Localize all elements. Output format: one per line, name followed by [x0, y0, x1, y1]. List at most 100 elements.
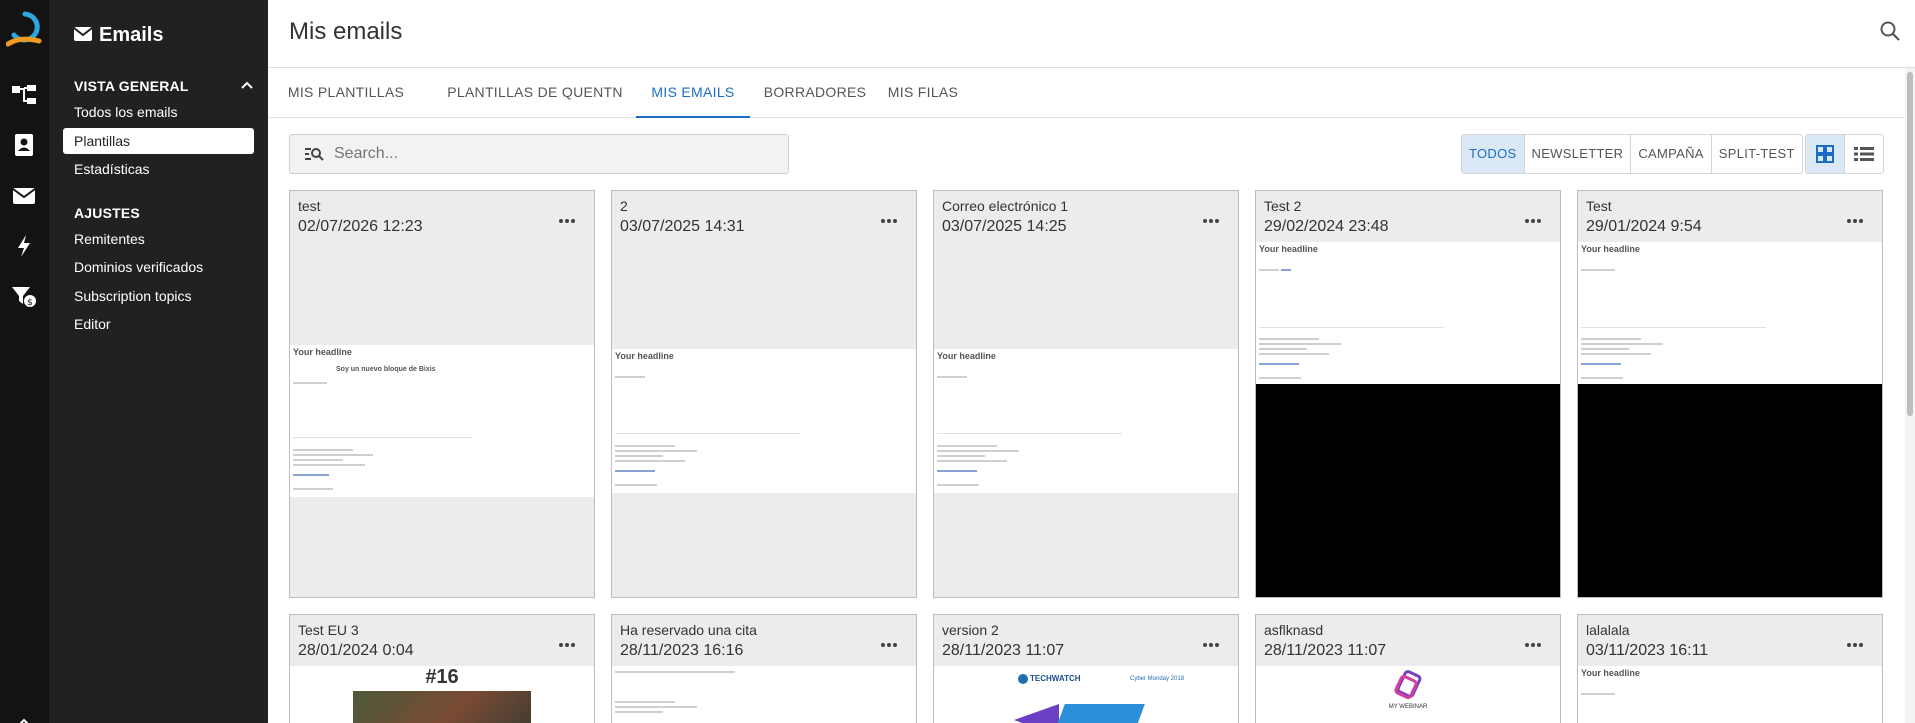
sidebar-item-subscription-topics[interactable]: Subscription topics: [63, 283, 254, 309]
more-menu-icon[interactable]: [1202, 635, 1220, 653]
sidebar-item-dominios-verificados[interactable]: Dominios verificados: [63, 254, 254, 280]
main-content: Mis emails MIS PLANTILLAS PLANTILLAS DE …: [268, 0, 1915, 723]
email-card[interactable]: Ha reservado una cita 28/11/2023 16:16: [611, 614, 917, 723]
card-date: 28/11/2023 11:07: [1264, 642, 1387, 659]
list-view-icon[interactable]: [1845, 135, 1884, 173]
bolt-icon[interactable]: [10, 232, 38, 260]
email-preview: Your headline Soy un nuevo bloque de Bix…: [290, 345, 594, 497]
grid-view-icon[interactable]: [1806, 135, 1845, 173]
email-card[interactable]: version 2 28/11/2023 11:07 TECHWATCH Cyb…: [933, 614, 1239, 723]
card-date: 02/07/2026 12:23: [298, 218, 423, 235]
card-date: 03/11/2023 16:11: [1586, 642, 1709, 659]
card-name: test: [298, 198, 321, 214]
more-menu-icon[interactable]: [1846, 211, 1864, 229]
preview-issue-number: #16: [425, 666, 459, 688]
email-card[interactable]: Test 2 29/02/2024 23:48 Your headline: [1255, 190, 1561, 598]
preview-headline: Your headline: [293, 347, 352, 357]
preview-banner: [1053, 704, 1145, 723]
email-card[interactable]: Test EU 3 28/01/2024 0:04 #16: [289, 614, 595, 723]
preview-brand: TECHWATCH: [1030, 674, 1081, 683]
card-date: 03/07/2025 14:31: [620, 218, 745, 235]
card-name: Correo electrónico 1: [942, 198, 1069, 214]
scrollbar-thumb[interactable]: [1907, 72, 1913, 416]
contacts-icon[interactable]: [10, 131, 38, 159]
preview-webinar-text: MY WEBINAR: [1388, 704, 1428, 710]
email-preview: Your headline: [1256, 242, 1560, 384]
sidebar-title-text: Emails: [99, 24, 164, 46]
preview-dark-area: [1578, 384, 1882, 597]
email-preview: [612, 666, 916, 723]
envelope-icon: [73, 24, 93, 47]
preview-photo: [353, 691, 531, 723]
card-name: 2: [620, 198, 628, 214]
card-name: Test EU 3: [298, 622, 359, 638]
more-menu-icon[interactable]: [880, 635, 898, 653]
sidebar-item-todos-los-emails[interactable]: Todos los emails: [63, 99, 254, 125]
flow-icon[interactable]: [10, 81, 38, 109]
top-bar: Mis emails: [268, 0, 1915, 68]
more-menu-icon[interactable]: [1202, 211, 1220, 229]
email-card[interactable]: Test 29/01/2024 9:54 Your headline: [1577, 190, 1883, 598]
filter-todos[interactable]: TODOS: [1462, 135, 1525, 173]
preview-graphic: [1014, 704, 1059, 723]
scrollbar-track[interactable]: [1905, 68, 1915, 723]
preview-block-text: Soy un nuevo bloque de Bixis: [336, 366, 436, 373]
more-menu-icon[interactable]: [558, 211, 576, 229]
filter-newsletter[interactable]: NEWSLETTER: [1525, 135, 1632, 173]
email-card[interactable]: test 02/07/2026 12:23 Your headline Soy …: [289, 190, 595, 598]
card-date: 28/01/2024 0:04: [298, 642, 414, 659]
filter-split-test[interactable]: SPLIT-TEST: [1712, 135, 1802, 173]
email-card[interactable]: lalalala 03/11/2023 16:11 Your headline: [1577, 614, 1883, 723]
email-card[interactable]: asflknasd 28/11/2023 11:07 MY WEBINAR: [1255, 614, 1561, 723]
sidebar-title: Emails: [73, 24, 164, 47]
preview-campaign: Cyber Monday 2018: [1130, 676, 1185, 682]
sidebar-item-plantillas[interactable]: Plantillas: [63, 128, 254, 154]
mail-icon[interactable]: [10, 182, 38, 210]
sidebar: Emails VISTA GENERAL Todos los emails Pl…: [49, 0, 268, 723]
card-date: 03/07/2025 14:25: [942, 218, 1067, 235]
page-title: Mis emails: [289, 18, 403, 45]
email-preview: Your headline: [934, 349, 1238, 493]
sidebar-item-estadisticas[interactable]: Estadísticas: [63, 156, 254, 182]
more-menu-icon[interactable]: [558, 635, 576, 653]
card-name: Test: [1586, 198, 1612, 214]
view-toggle: [1805, 134, 1884, 174]
tab-mis-plantillas[interactable]: MIS PLANTILLAS: [281, 68, 411, 118]
search-input[interactable]: [334, 143, 774, 165]
card-name: version 2: [942, 622, 999, 638]
more-menu-icon[interactable]: [1524, 211, 1542, 229]
search-box[interactable]: [289, 134, 789, 174]
card-name: Test 2: [1264, 198, 1302, 214]
preview-dark-area: [1256, 384, 1560, 597]
section-ajustes: AJUSTES: [74, 205, 140, 221]
email-preview: Your headline: [1578, 666, 1882, 723]
card-date: 28/11/2023 11:07: [942, 642, 1065, 659]
preview-headline: Your headline: [1581, 668, 1640, 678]
webinar-logo-icon: [1394, 670, 1424, 705]
tab-mis-emails[interactable]: MIS EMAILS: [636, 68, 750, 118]
chevron-up-icon[interactable]: [10, 708, 38, 723]
section-vista-general[interactable]: VISTA GENERAL: [74, 78, 189, 94]
more-menu-icon[interactable]: [1846, 635, 1864, 653]
chevron-up-icon[interactable]: [240, 77, 254, 95]
preview-headline: Your headline: [1581, 244, 1640, 254]
preview-headline: Your headline: [1259, 244, 1318, 254]
funnel-money-icon[interactable]: $: [10, 282, 38, 310]
more-menu-icon[interactable]: [1524, 635, 1542, 653]
svg-text:$: $: [27, 298, 33, 308]
sidebar-item-editor[interactable]: Editor: [63, 311, 254, 337]
sidebar-item-remitentes[interactable]: Remitentes: [63, 226, 254, 252]
search-icon[interactable]: [1879, 20, 1901, 47]
card-name: lalalala: [1586, 622, 1630, 638]
tab-mis-filas[interactable]: MIS FILAS: [882, 68, 964, 118]
tab-plantillas-de-quentn[interactable]: PLANTILLAS DE QUENTN: [446, 68, 624, 118]
card-name: Ha reservado una cita: [620, 622, 757, 638]
quentn-logo-icon[interactable]: [5, 10, 44, 50]
tab-borradores[interactable]: BORRADORES: [762, 68, 868, 118]
email-card[interactable]: Correo electrónico 1 03/07/2025 14:25 Yo…: [933, 190, 1239, 598]
card-date: 29/01/2024 9:54: [1586, 218, 1702, 235]
filter-group: TODOS NEWSLETTER CAMPAÑA SPLIT-TEST: [1461, 134, 1803, 174]
email-card[interactable]: 2 03/07/2025 14:31 Your headline: [611, 190, 917, 598]
filter-campana[interactable]: CAMPAÑA: [1631, 135, 1712, 173]
more-menu-icon[interactable]: [880, 211, 898, 229]
